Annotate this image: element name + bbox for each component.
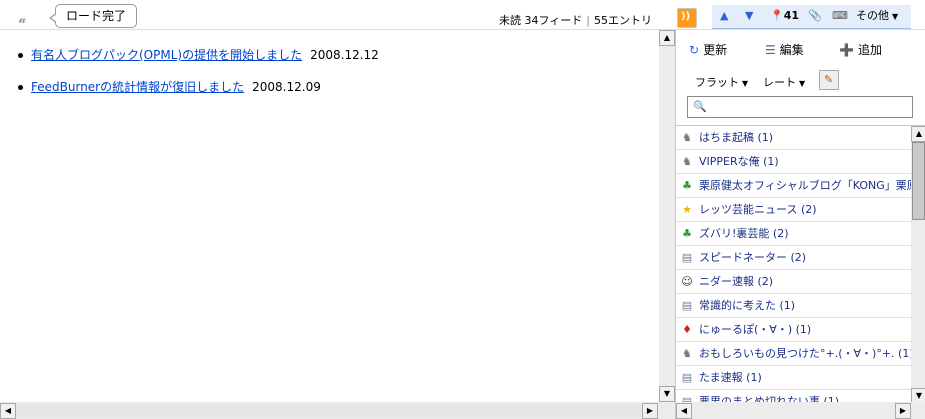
nav-toolbar: ▲ ▼ 📍41 📎 ⌨ その他 ▼: [712, 5, 911, 30]
note-icon: ✎: [824, 73, 834, 86]
clip-button[interactable]: 📎: [808, 8, 822, 24]
feed-item[interactable]: ♣ ズバリ!裏芸能 (2): [676, 222, 911, 246]
unread-entries-label: 55エントリ: [594, 14, 652, 27]
list-item: FeedBurnerの統計情報が復旧しました 2008.12.09: [18, 78, 321, 95]
feed-item[interactable]: ★ レッツ芸能ニュース (2): [676, 198, 911, 222]
add-feed-button[interactable]: ➕ 追加: [839, 41, 882, 58]
status-bubble: ロード完了: [48, 4, 138, 28]
flat-label: フラット: [695, 76, 739, 89]
chevron-down-icon: ▼: [799, 79, 806, 88]
flat-view-dropdown[interactable]: フラット ▼: [695, 74, 748, 90]
scroll-left-arrow-icon[interactable]: ◀: [0, 403, 16, 419]
clover-icon: ♣: [682, 179, 692, 192]
refresh-label: 更新: [703, 43, 728, 57]
status-text: ロード完了: [66, 9, 127, 23]
rss-icon: )): [681, 11, 691, 22]
entry-date: 2008.12.09: [252, 80, 321, 94]
feed-item[interactable]: ♦ にゅーるぽ(・∀・) (1): [676, 318, 911, 342]
next-feed-button[interactable]: ▼: [745, 8, 753, 24]
show-all-toggle-button[interactable]: ✎: [819, 70, 839, 90]
more-label: その他: [856, 9, 889, 22]
feed-search-field[interactable]: 🔍: [687, 96, 913, 118]
search-input[interactable]: [708, 99, 912, 117]
feed-title: ズバリ!裏芸能 (2): [699, 227, 789, 240]
unread-feeds-label: 未読 34フィード: [499, 14, 583, 27]
feed-item[interactable]: ▤ たま速報 (1): [676, 366, 911, 390]
scroll-up-arrow-icon[interactable]: ▲: [659, 30, 675, 46]
unread-counter: 未読 34フィード | 55エントリ: [499, 12, 652, 28]
feed-title: おもしろいもの見つけた°+.(・∀・)°+. (1): [699, 347, 911, 360]
scroll-right-arrow-icon[interactable]: ▶: [895, 403, 911, 419]
keyboard-help-button[interactable]: ⌨: [832, 8, 848, 24]
entry-link[interactable]: 有名人ブログパック(OPML)の提供を開始しました: [31, 48, 302, 62]
previous-feed-button[interactable]: ▲: [720, 8, 728, 24]
feed-item[interactable]: ♣ 栗原健太オフィシャルブログ「KONG」栗原: [676, 174, 911, 198]
chevron-down-icon: ▼: [742, 79, 749, 88]
feed-item[interactable]: ☺ ニダー速報 (2): [676, 270, 911, 294]
feed-title: スピードネーター (2): [699, 251, 807, 264]
bullet-icon: [18, 53, 23, 58]
scrollbar-track: [16, 404, 642, 417]
feed-title: VIPPERな俺 (1): [699, 155, 779, 168]
feed-list: ♞ はちま起稿 (1) ♞ VIPPERな俺 (1) ♣ 栗原健太オフィシャルブログ「KO…: [676, 126, 911, 404]
scrollbar-thumb[interactable]: [912, 142, 925, 220]
pin-icon: 📍: [770, 9, 784, 22]
feed-title: 栗原健太オフィシャルブログ「KONG」栗原: [699, 179, 911, 192]
feed-list-scrollbar[interactable]: ▲ ▼: [911, 126, 925, 408]
entry-link[interactable]: FeedBurnerの統計情報が復旧しました: [31, 80, 244, 94]
bullet-icon: [18, 85, 23, 90]
chevron-down-icon: ▼: [892, 12, 899, 21]
face-icon: ☺: [681, 275, 693, 288]
edit-label: 編集: [779, 43, 804, 57]
list-item: 有名人ブログパック(OPML)の提供を開始しました 2008.12.12: [18, 46, 379, 63]
feed-title: レッツ芸能ニュース (2): [699, 203, 817, 216]
scroll-right-arrow-icon[interactable]: ▶: [642, 403, 658, 419]
document-icon: ▤: [681, 251, 693, 264]
pin-count: 41: [783, 9, 800, 22]
feed-title: 常識的に考えた (1): [699, 299, 796, 312]
clover-icon: ♣: [682, 227, 692, 240]
content-scrollbar[interactable]: ▲ ▼: [659, 30, 675, 402]
feed-list-horizontal-scrollbar[interactable]: ◀ ▶: [676, 402, 925, 419]
loader-icon: 𝒶: [19, 12, 27, 27]
refresh-icon: ↻: [689, 43, 700, 57]
feed-title: にゅーるぽ(・∀・) (1): [699, 323, 812, 336]
fox-icon: ♦: [682, 323, 692, 336]
feed-panel: ↻ 更新 ☰ 編集 ➕ 追加 フラット ▼ レート ▼ ✎ 🔍 ♞ はちま起稿 (1) ♞ VI…: [675, 30, 925, 419]
star-icon: ★: [682, 203, 692, 216]
feed-item[interactable]: ▤ 常識的に考えた (1): [676, 294, 911, 318]
list-icon: ☰: [765, 43, 776, 57]
feed-panel-toggle-button[interactable]: )): [677, 8, 697, 28]
feed-item[interactable]: ♞ VIPPERな俺 (1): [676, 150, 911, 174]
feed-title: たま速報 (1): [699, 371, 762, 384]
pin-list-button[interactable]: 📍41: [770, 8, 799, 24]
feed-panel-header: ↻ 更新 ☰ 編集 ➕ 追加 フラット ▼ レート ▼ ✎ 🔍: [676, 30, 925, 126]
rate-label: レート: [763, 76, 796, 89]
document-icon: ▤: [681, 371, 693, 384]
entry-list: 有名人ブログパック(OPML)の提供を開始しました 2008.12.12 Feed…: [0, 30, 659, 402]
add-feed-icon: ➕: [839, 43, 854, 57]
scroll-up-arrow-icon[interactable]: ▲: [911, 126, 925, 142]
feed-item[interactable]: ♞ はちま起稿 (1): [676, 126, 911, 150]
feed-title: はちま起稿 (1): [699, 131, 774, 144]
scroll-left-arrow-icon[interactable]: ◀: [676, 403, 692, 419]
document-icon: ▤: [681, 299, 693, 312]
edit-button[interactable]: ☰ 編集: [765, 41, 804, 58]
hawk-icon: ♞: [682, 347, 692, 360]
add-label: 追加: [857, 43, 882, 57]
counter-separator: |: [586, 14, 590, 27]
hawk-icon: ♞: [682, 131, 692, 144]
content-horizontal-scrollbar[interactable]: ◀ ▶: [0, 402, 675, 419]
rate-dropdown[interactable]: レート ▼: [763, 74, 805, 90]
more-menu-button[interactable]: その他 ▼: [856, 8, 898, 25]
feed-item[interactable]: ♞ おもしろいもの見つけた°+.(・∀・)°+. (1): [676, 342, 911, 366]
refresh-button[interactable]: ↻ 更新: [689, 41, 727, 58]
entry-date: 2008.12.12: [310, 48, 379, 62]
search-icon: 🔍: [693, 100, 707, 113]
hawk-icon: ♞: [682, 155, 692, 168]
top-bar: 𝒶 ロード完了 未読 34フィード | 55エントリ )) ▲ ▼ 📍41 📎 ⌨ …: [0, 0, 925, 30]
feed-item[interactable]: ▤ スピードネーター (2): [676, 246, 911, 270]
feed-title: ニダー速報 (2): [699, 275, 774, 288]
scroll-down-arrow-icon[interactable]: ▼: [659, 386, 675, 402]
